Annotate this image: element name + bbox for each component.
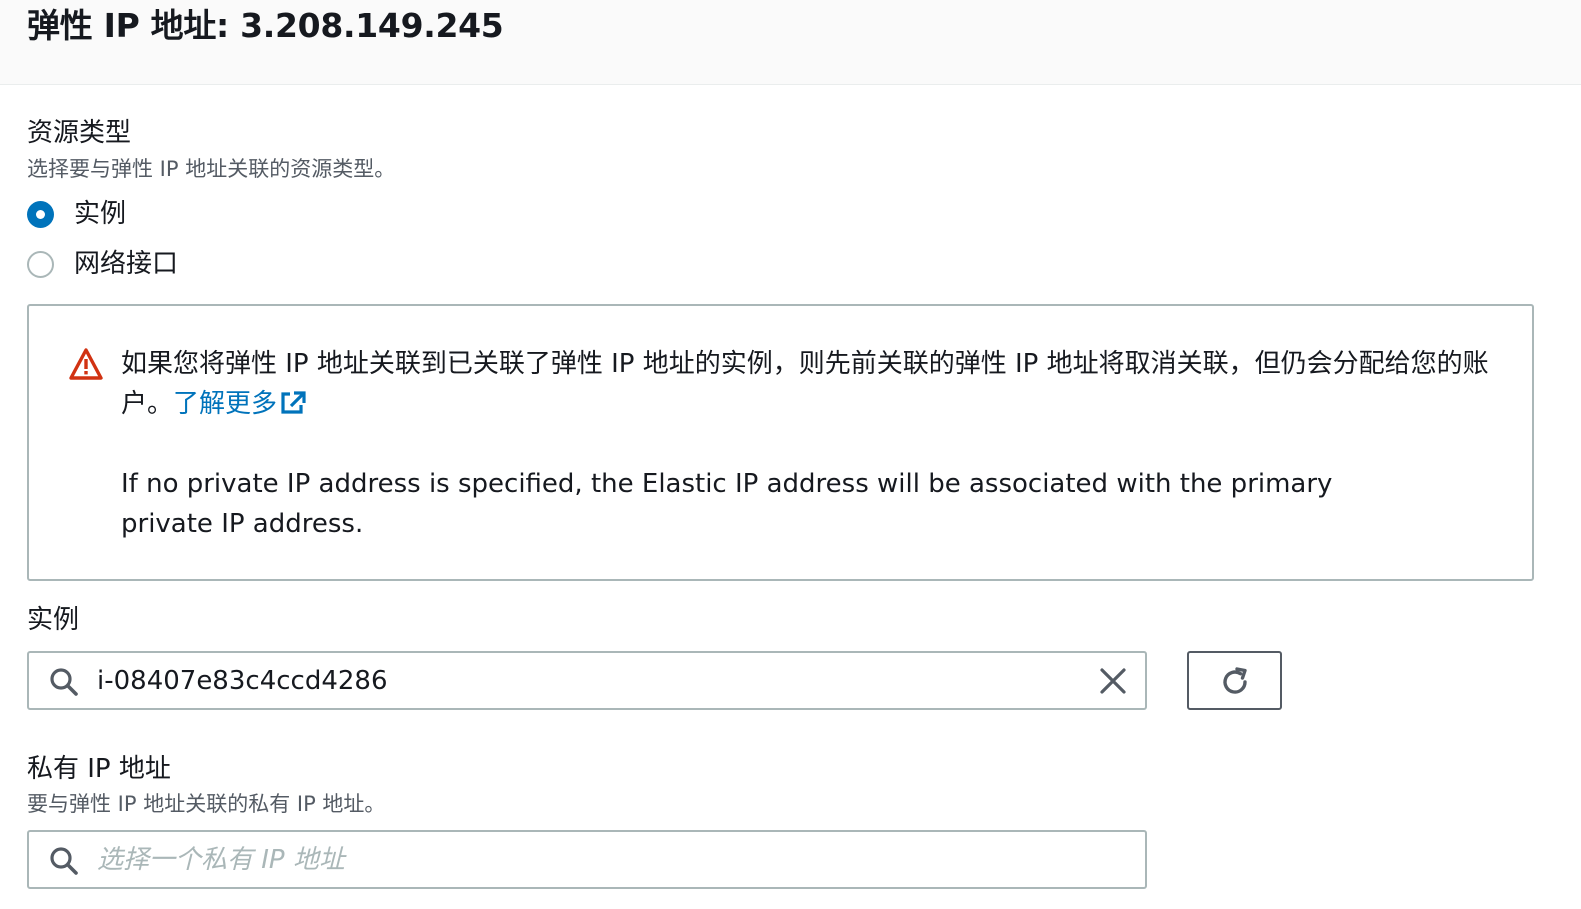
instance-label: 实例 xyxy=(27,605,80,635)
radio-button-network-interface[interactable] xyxy=(27,250,54,278)
search-icon xyxy=(50,668,78,696)
resource-type-description: 选择要与弹性 IP 地址关联的资源类型。 xyxy=(27,157,396,181)
external-link-icon xyxy=(281,391,306,414)
radio-label-network-interface: 网络接口 xyxy=(74,249,179,279)
private-ip-label: 私有 IP 地址 xyxy=(27,754,171,784)
page-title: 弹性 IP 地址: 3.208.149.245 xyxy=(27,6,504,45)
alert-message-text: 如果您将弹性 IP 地址关联到已关联了弹性 IP 地址的实例，则先前关联的弹性 … xyxy=(121,349,1489,419)
instance-search-field xyxy=(27,651,1147,710)
private-ip-search-input[interactable] xyxy=(97,838,1077,882)
radio-option-network-interface[interactable]: 网络接口 xyxy=(27,246,178,282)
alert-note: If no private IP address is specified, t… xyxy=(121,469,1333,539)
radio-label-instance: 实例 xyxy=(74,199,127,229)
instance-search-input[interactable] xyxy=(97,659,1077,703)
clear-icon[interactable] xyxy=(1099,667,1127,695)
page-header: 弹性 IP 地址: 3.208.149.245 xyxy=(0,0,1581,85)
radio-option-instance[interactable]: 实例 xyxy=(27,196,126,232)
refresh-icon xyxy=(1223,667,1247,694)
warning-icon xyxy=(69,348,103,380)
warning-alert: 如果您将弹性 IP 地址关联到已关联了弹性 IP 地址的实例，则先前关联的弹性 … xyxy=(27,304,1534,581)
private-ip-description: 要与弹性 IP 地址关联的私有 IP 地址。 xyxy=(27,792,386,816)
learn-more-label: 了解更多 xyxy=(173,389,278,419)
private-ip-search-field xyxy=(27,830,1147,889)
radio-button-instance[interactable] xyxy=(27,200,54,228)
search-icon xyxy=(50,847,78,875)
refresh-button[interactable] xyxy=(1187,651,1282,710)
resource-type-label: 资源类型 xyxy=(27,118,132,148)
learn-more-link[interactable]: 了解更多 xyxy=(173,389,307,419)
alert-message: 如果您将弹性 IP 地址关联到已关联了弹性 IP 地址的实例，则先前关联的弹性 … xyxy=(121,344,1511,424)
